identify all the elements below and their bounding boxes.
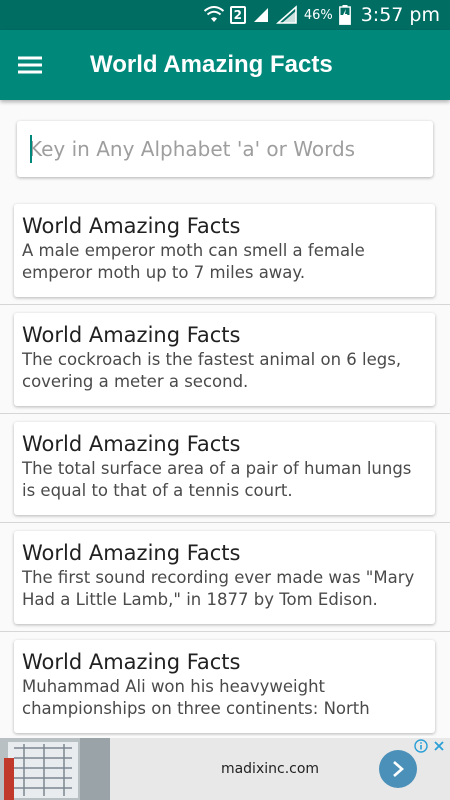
chevron-right-icon [393, 761, 404, 777]
fact-card[interactable]: World Amazing Facts The cockroach is the… [14, 313, 435, 406]
list-item[interactable]: World Amazing Facts A male emperor moth … [0, 196, 450, 305]
fact-text: A male emperor moth can smell a female e… [22, 241, 365, 282]
ad-close-icon[interactable] [432, 739, 446, 753]
text-cursor [30, 135, 32, 163]
ad-image[interactable] [0, 738, 110, 800]
menu-button[interactable] [0, 30, 60, 100]
fact-text: The total surface area of a pair of huma… [22, 459, 412, 500]
list-item[interactable]: World Amazing Facts Muhammad Ali won his… [0, 632, 450, 736]
list-item[interactable]: World Amazing Facts The first sound reco… [0, 523, 450, 632]
app-bar: World Amazing Facts [0, 30, 450, 100]
search-card [17, 121, 433, 177]
clock: 3:57 pm [360, 4, 440, 26]
fact-title: World Amazing Facts [22, 214, 241, 238]
app-title: World Amazing Facts [90, 51, 333, 78]
fact-title: World Amazing Facts [22, 432, 241, 456]
ad-info-icon[interactable] [414, 739, 428, 753]
list-item[interactable]: World Amazing Facts The total surface ar… [0, 414, 450, 523]
fact-title: World Amazing Facts [22, 541, 241, 565]
ad-banner[interactable]: madixinc.com [0, 738, 450, 800]
facts-list[interactable]: World Amazing Facts A male emperor moth … [0, 196, 450, 736]
signal-outline-icon [275, 5, 297, 24]
hamburger-menu-icon [18, 56, 42, 74]
signal-icon [253, 8, 268, 22]
fact-title: World Amazing Facts [22, 650, 241, 674]
ad-open-button[interactable] [379, 750, 417, 788]
battery-charging-icon [338, 5, 351, 25]
fact-card[interactable]: World Amazing Facts Muhammad Ali won his… [14, 640, 435, 733]
status-bar: 2 46% 3:57 pm [0, 0, 450, 30]
fact-text: The first sound recording ever made was … [22, 568, 415, 609]
wifi-icon [203, 6, 224, 22]
fact-text: Muhammad Ali won his heavyweight champio… [22, 677, 370, 718]
fact-card[interactable]: World Amazing Facts The first sound reco… [14, 531, 435, 624]
battery-percent: 46% [303, 7, 333, 23]
sim-slot-badge: 2 [229, 6, 246, 24]
fact-text: The cockroach is the fastest animal on 6… [22, 350, 402, 391]
fact-card[interactable]: World Amazing Facts A male emperor moth … [14, 204, 435, 297]
search-input[interactable] [29, 121, 433, 177]
fact-title: World Amazing Facts [22, 323, 241, 347]
fact-card[interactable]: World Amazing Facts The total surface ar… [14, 422, 435, 515]
list-item[interactable]: World Amazing Facts The cockroach is the… [0, 305, 450, 414]
